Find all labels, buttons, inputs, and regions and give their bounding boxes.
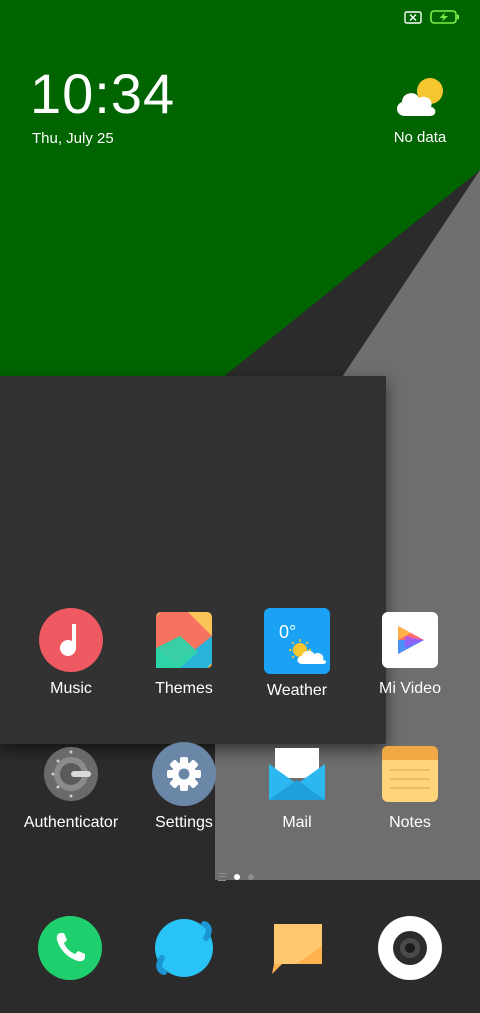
clock-time[interactable]: 10:34 bbox=[30, 66, 175, 122]
status-bar bbox=[404, 10, 460, 24]
app-weather[interactable]: 0° Weather bbox=[239, 608, 355, 700]
app-mi-video[interactable]: Mi Video bbox=[352, 608, 468, 698]
app-notes[interactable]: Notes bbox=[352, 742, 468, 832]
browser-icon[interactable] bbox=[152, 916, 216, 980]
battery-charging-icon bbox=[430, 10, 459, 24]
phone-icon[interactable] bbox=[38, 916, 102, 980]
page-list-icon[interactable] bbox=[218, 873, 226, 881]
clock-date[interactable]: Thu, July 25 bbox=[32, 130, 114, 147]
page-dot-2[interactable] bbox=[248, 874, 254, 880]
app-mail[interactable]: Mail bbox=[239, 742, 355, 832]
app-authenticator[interactable]: Authenticator bbox=[13, 742, 129, 832]
app-label: Mi Video bbox=[379, 680, 441, 697]
app-label: Music bbox=[50, 680, 92, 697]
app-label: Themes bbox=[155, 680, 213, 697]
messages-icon[interactable] bbox=[266, 916, 330, 980]
app-label: Mail bbox=[282, 814, 312, 831]
app-themes[interactable]: Themes bbox=[126, 608, 242, 698]
weather-icon: 0° bbox=[264, 608, 330, 674]
page-indicator[interactable] bbox=[218, 873, 254, 881]
weather-widget[interactable]: No data bbox=[390, 74, 450, 146]
settings-gear-icon bbox=[152, 742, 216, 806]
themes-icon bbox=[156, 612, 212, 668]
camera-icon[interactable] bbox=[378, 916, 442, 980]
weather-status: No data bbox=[393, 129, 447, 146]
notes-icon bbox=[382, 746, 438, 802]
app-settings[interactable]: Settings bbox=[126, 742, 242, 832]
app-label: Settings bbox=[155, 814, 213, 831]
mi-video-icon bbox=[382, 612, 438, 668]
music-icon bbox=[39, 608, 103, 672]
partly-cloudy-icon bbox=[396, 78, 443, 116]
app-label: Notes bbox=[389, 814, 431, 831]
app-music[interactable]: Music bbox=[13, 608, 129, 698]
authenticator-icon bbox=[44, 747, 98, 801]
app-label: Authenticator bbox=[23, 814, 119, 831]
wallpaper bbox=[0, 0, 480, 1013]
app-label: Weather bbox=[266, 682, 328, 699]
no-sim-icon bbox=[404, 10, 422, 24]
mail-icon bbox=[269, 748, 325, 800]
page-dot-1[interactable] bbox=[234, 874, 240, 880]
